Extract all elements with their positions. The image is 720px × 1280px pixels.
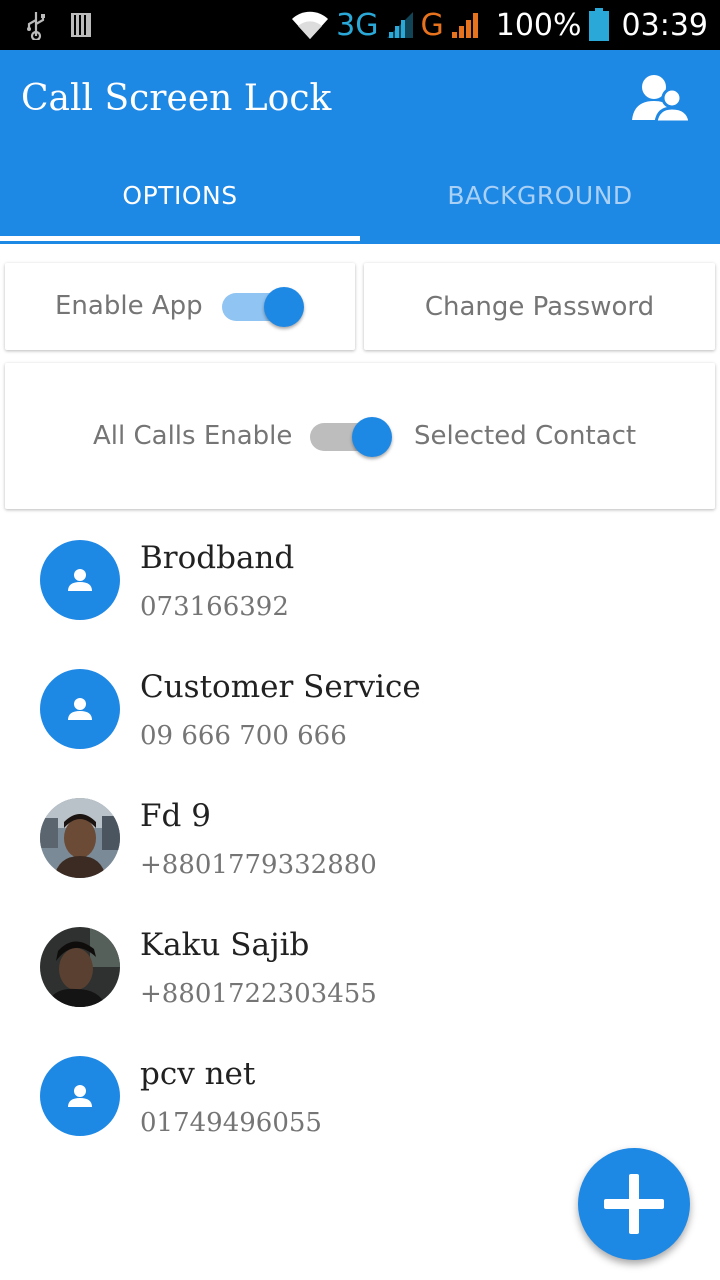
- contact-item[interactable]: Customer Service 09 666 700 666: [0, 669, 720, 779]
- call-mode-card: All Calls Enable Selected Contact: [5, 363, 715, 509]
- contact-photo: [40, 798, 120, 878]
- enable-app-label: Enable App: [55, 291, 203, 321]
- change-password-label: Change Password: [424, 291, 655, 322]
- person-icon: [68, 1085, 92, 1107]
- status-bar: 3G G 100% 03:39: [0, 0, 720, 50]
- avatar: [40, 540, 120, 620]
- signal-icon: [386, 12, 413, 38]
- tab-bar: OPTIONS BACKGROUND: [0, 150, 720, 241]
- contact-number: +8801779332880: [140, 850, 377, 880]
- enable-app-switch[interactable]: [222, 287, 304, 327]
- app-title: Call Screen Lock: [21, 78, 332, 119]
- contact-item[interactable]: Brodband 073166392: [0, 540, 720, 650]
- avatar-photo: [40, 798, 120, 878]
- contact-number: 073166392: [140, 592, 289, 622]
- all-calls-label: All Calls Enable: [93, 421, 293, 451]
- contact-item[interactable]: Fd 9 +8801779332880: [0, 798, 720, 908]
- contact-number: 01749496055: [140, 1108, 322, 1138]
- contact-number: 09 666 700 666: [140, 721, 347, 751]
- contact-name: pcv net: [140, 1056, 256, 1092]
- contact-name: Brodband: [140, 540, 295, 576]
- wifi-icon: [292, 11, 329, 39]
- selected-contact-label: Selected Contact: [414, 421, 637, 451]
- person-icon: [68, 569, 92, 591]
- contact-name: Kaku Sajib: [140, 927, 310, 963]
- tab-options[interactable]: OPTIONS: [0, 150, 360, 241]
- contact-photo: [40, 927, 120, 1007]
- contacts-icon: [632, 75, 692, 124]
- contact-item[interactable]: Kaku Sajib +8801722303455: [0, 927, 720, 1037]
- contacts-button[interactable]: [630, 70, 694, 130]
- person-icon: [68, 698, 92, 720]
- avatar: [40, 1056, 120, 1136]
- sim-card-icon: [71, 13, 91, 37]
- battery-icon: [588, 8, 609, 41]
- clock: 03:39: [621, 7, 708, 43]
- tab-background[interactable]: BACKGROUND: [360, 150, 720, 241]
- signal-icon-2: [451, 13, 478, 38]
- call-mode-switch[interactable]: [310, 417, 392, 457]
- enable-app-card: Enable App: [5, 263, 355, 350]
- avatar: [40, 669, 120, 749]
- change-password-button[interactable]: Change Password: [364, 263, 715, 350]
- contact-name: Fd 9: [140, 798, 211, 834]
- plus-icon: [604, 1174, 664, 1234]
- avatar-photo: [40, 927, 120, 1007]
- add-contact-button[interactable]: [578, 1148, 690, 1260]
- tab-indicator: [0, 236, 360, 241]
- contact-number: +8801722303455: [140, 979, 377, 1009]
- network-g-label: G: [420, 7, 444, 43]
- network-3g-label: 3G: [336, 7, 379, 43]
- contact-name: Customer Service: [140, 669, 421, 705]
- usb-icon: [27, 12, 45, 40]
- battery-percent: 100%: [495, 7, 582, 43]
